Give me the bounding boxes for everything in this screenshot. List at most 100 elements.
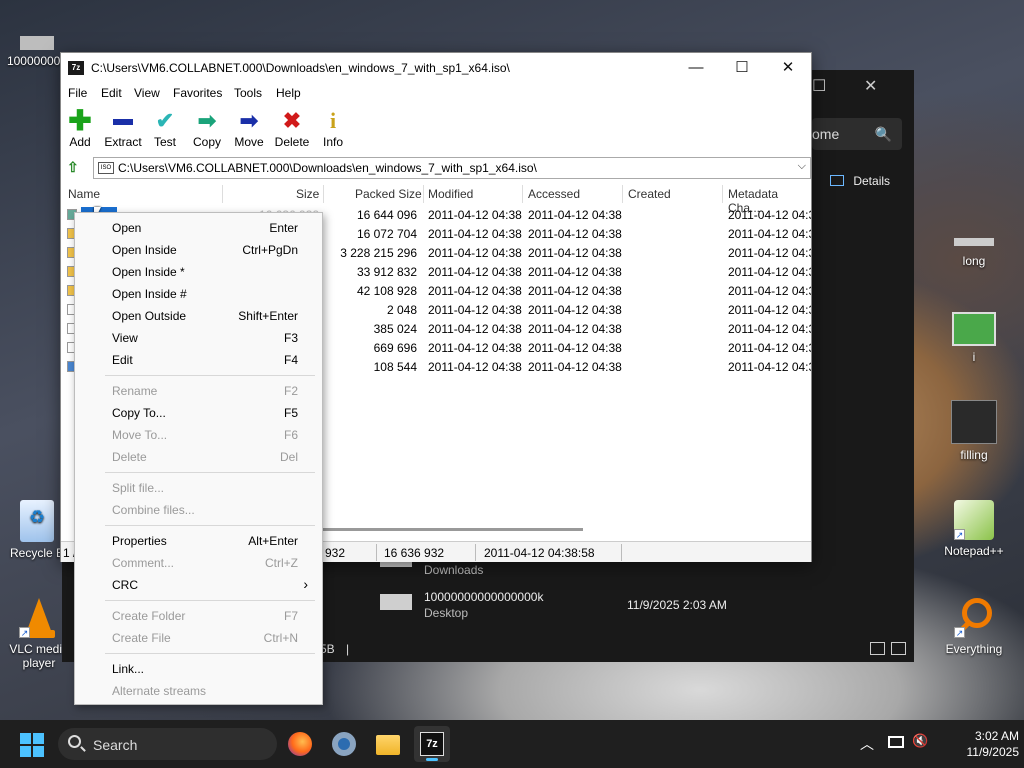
column-headers: Name Size Packed Size Modified Accessed …: [61, 183, 811, 215]
extract-button[interactable]: Extract: [101, 107, 145, 149]
start-button[interactable]: [20, 733, 44, 757]
path-combobox[interactable]: ISO C:\Users\VM6.COLLABNET.000\Downloads…: [93, 157, 811, 179]
copy-button[interactable]: ➡ Copy: [185, 107, 229, 149]
menu-item-label: Alternate streams: [112, 684, 207, 698]
menu-help[interactable]: Help: [276, 86, 301, 100]
cell-packed-size: 3 228 215 296: [340, 246, 417, 260]
explorer-search-box[interactable]: ome 🔍: [812, 118, 902, 150]
cell-metadata-changed: 2011-04-12 04:3: [728, 341, 811, 355]
search-icon: [68, 735, 81, 748]
cell-modified: 2011-04-12 04:38: [428, 227, 522, 241]
taskbar-firefox[interactable]: [282, 726, 318, 762]
arrow-right-icon: ➡: [197, 108, 217, 133]
desktop-icon-everything[interactable]: ↗ Everything: [937, 598, 1011, 656]
menu-item-properties[interactable]: Properties Alt+Enter: [75, 530, 322, 552]
maximize-button[interactable]: ☐: [719, 53, 765, 83]
taskbar-settings[interactable]: [326, 726, 362, 762]
details-button[interactable]: Details: [830, 174, 890, 188]
minimize-button[interactable]: —: [673, 53, 719, 83]
maximize-icon[interactable]: ☐: [812, 76, 826, 96]
file-location: Downloads: [424, 563, 484, 577]
cell-modified: 2011-04-12 04:38: [428, 246, 522, 260]
clock-time[interactable]: 3:02 AM: [949, 729, 1019, 743]
tool-label: Add: [69, 135, 91, 149]
cell-accessed: 2011-04-12 04:38: [528, 265, 622, 279]
taskbar-file-explorer[interactable]: [370, 726, 406, 762]
cell-packed-size: 2 048: [386, 303, 417, 317]
menu-favorites[interactable]: Favorites: [173, 86, 222, 100]
column-size[interactable]: Size: [296, 187, 319, 201]
taskbar: Search 7z ︿ 🔇 3:02 AM 11/9/2025: [0, 720, 1024, 768]
test-button[interactable]: ✔ Test: [143, 107, 187, 149]
menu-item-rename: Rename F2: [75, 380, 322, 402]
explorer-status-bar: 5B |: [320, 642, 350, 656]
menu-item-shortcut: Alt+Enter: [248, 534, 298, 548]
menu-file[interactable]: File: [68, 86, 87, 100]
menu-item-open-inside[interactable]: Open Inside Ctrl+PgDn: [75, 239, 322, 261]
cell-modified: 2011-04-12 04:38: [428, 284, 522, 298]
menu-item-open-inside-hash[interactable]: Open Inside #: [75, 283, 322, 305]
menu-item-open[interactable]: Open Enter: [75, 217, 322, 239]
cell-modified: 2011-04-12 04:38: [428, 208, 522, 222]
menu-item-label: Comment...: [112, 556, 175, 570]
volume-muted-icon[interactable]: 🔇: [912, 733, 928, 749]
column-name[interactable]: Name: [68, 187, 100, 201]
column-packed-size[interactable]: Packed Size: [355, 187, 422, 201]
close-icon[interactable]: ✕: [864, 76, 877, 96]
menu-item-open-outside[interactable]: Open Outside Shift+Enter: [75, 305, 322, 327]
menu-item-alternate-streams: Alternate streams: [75, 680, 322, 702]
column-accessed[interactable]: Accessed: [528, 187, 580, 201]
menu-tools[interactable]: Tools: [234, 86, 262, 100]
notepadpp-icon: ↗: [954, 500, 994, 540]
close-button[interactable]: ✕: [765, 53, 811, 83]
menu-item-label: Open: [112, 221, 142, 235]
column-created[interactable]: Created: [628, 187, 671, 201]
desktop-icon-label: Everything: [945, 642, 1003, 656]
menu-separator: [105, 653, 315, 654]
chevron-down-icon[interactable]: ⌵: [798, 160, 806, 173]
menu-item-edit[interactable]: Edit F4: [75, 349, 322, 371]
info-button[interactable]: i Info: [311, 107, 355, 149]
taskbar-search[interactable]: Search: [58, 728, 277, 760]
network-icon[interactable]: [888, 736, 904, 748]
horizontal-scrollbar[interactable]: [321, 528, 583, 531]
delete-button[interactable]: ✖ Delete: [270, 107, 314, 149]
desktop-icon-label: Notepad++: [944, 544, 1004, 558]
menu-item-open-inside-star[interactable]: Open Inside *: [75, 261, 322, 283]
add-button[interactable]: ✚ Add: [58, 107, 102, 150]
minus-icon: [101, 107, 145, 135]
menu-item-copy-to[interactable]: Copy To... F5: [75, 402, 322, 424]
column-modified[interactable]: Modified: [428, 187, 473, 201]
firefox-icon: [288, 732, 312, 756]
clock-date[interactable]: 11/9/2025: [949, 745, 1020, 759]
chevron-up-icon[interactable]: ︿: [860, 734, 874, 754]
tiles-view-icon[interactable]: [891, 642, 906, 655]
desktop-icon-label: Recycle B: [9, 546, 65, 560]
menu-item-crc[interactable]: CRC ›: [75, 574, 322, 596]
desktop-icon-notepadpp[interactable]: ↗ Notepad++: [937, 500, 1011, 558]
cell-accessed: 2011-04-12 04:38: [528, 303, 622, 317]
chevron-right-icon: ›: [303, 576, 308, 592]
explorer-file-row[interactable]: 10000000000000000k Desktop 11/9/2025 2:0…: [362, 588, 902, 626]
move-button[interactable]: ➡ Move: [227, 107, 271, 149]
menu-view[interactable]: View: [134, 86, 160, 100]
taskbar-7zip[interactable]: 7z: [414, 726, 450, 762]
file-thumbnail-icon: [380, 594, 412, 610]
context-menu: Open Enter Open Inside Ctrl+PgDn Open Inside…: [74, 212, 323, 705]
desktop-icon-filling[interactable]: filling: [937, 400, 1011, 462]
desktop-icon-i[interactable]: i: [937, 312, 1011, 364]
cell-packed-size: 33 912 832: [356, 265, 417, 279]
menu-item-shortcut: F4: [283, 353, 298, 367]
cell-modified: 2011-04-12 04:38: [428, 265, 522, 279]
details-view-icon[interactable]: [870, 642, 885, 655]
menu-edit[interactable]: Edit: [101, 86, 122, 100]
desktop-icon-long[interactable]: long: [937, 238, 1011, 268]
cell-modified: 2011-04-12 04:38: [428, 341, 522, 355]
vlc-cone-icon: ↗: [19, 598, 59, 638]
status-packed: 16 636 932: [384, 546, 445, 560]
tool-label: Extract: [104, 135, 142, 149]
menu-item-link[interactable]: Link...: [75, 658, 322, 680]
folder-up-icon[interactable]: ⇧: [67, 159, 85, 177]
menu-item-view[interactable]: View F3: [75, 327, 322, 349]
cell-accessed: 2011-04-12 04:38: [528, 227, 622, 241]
